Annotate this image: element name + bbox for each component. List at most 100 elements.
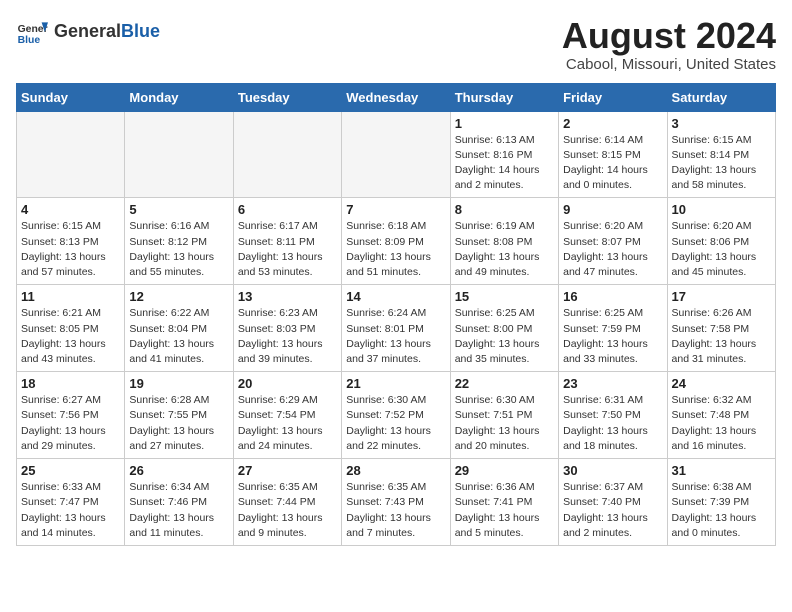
cell-info-text: Sunrise: 6:14 AM Sunset: 8:15 PM Dayligh… bbox=[563, 133, 662, 194]
cell-day-number: 1 bbox=[455, 116, 554, 131]
cell-info-text: Sunrise: 6:33 AM Sunset: 7:47 PM Dayligh… bbox=[21, 480, 120, 541]
calendar: SundayMondayTuesdayWednesdayThursdayFrid… bbox=[16, 83, 776, 546]
logo-blue-text: Blue bbox=[121, 21, 160, 41]
cell-day-number: 18 bbox=[21, 376, 120, 391]
calendar-cell: 18 Sunrise: 6:27 AM Sunset: 7:56 PM Dayli… bbox=[17, 372, 125, 459]
weekday-header: Saturday bbox=[667, 83, 775, 111]
calendar-cell bbox=[233, 111, 341, 198]
cell-info-text: Sunrise: 6:20 AM Sunset: 8:06 PM Dayligh… bbox=[672, 219, 771, 280]
cell-info-text: Sunrise: 6:29 AM Sunset: 7:54 PM Dayligh… bbox=[238, 393, 337, 454]
cell-day-number: 20 bbox=[238, 376, 337, 391]
cell-info-text: Sunrise: 6:36 AM Sunset: 7:41 PM Dayligh… bbox=[455, 480, 554, 541]
cell-info-text: Sunrise: 6:35 AM Sunset: 7:44 PM Dayligh… bbox=[238, 480, 337, 541]
cell-day-number: 25 bbox=[21, 463, 120, 478]
cell-day-number: 12 bbox=[129, 289, 228, 304]
cell-day-number: 10 bbox=[672, 202, 771, 217]
cell-day-number: 29 bbox=[455, 463, 554, 478]
calendar-cell: 16Sunrise: 6:25 AM Sunset: 7:59 PM Dayli… bbox=[559, 285, 667, 372]
calendar-cell: 24 Sunrise: 6:32 AM Sunset: 7:48 PM Dayli… bbox=[667, 372, 775, 459]
cell-day-number: 13 bbox=[238, 289, 337, 304]
calendar-cell: 15Sunrise: 6:25 AM Sunset: 8:00 PM Dayli… bbox=[450, 285, 558, 372]
cell-day-number: 14 bbox=[346, 289, 445, 304]
cell-day-number: 22 bbox=[455, 376, 554, 391]
cell-info-text: Sunrise: 6:17 AM Sunset: 8:11 PM Dayligh… bbox=[238, 219, 337, 280]
cell-day-number: 28 bbox=[346, 463, 445, 478]
calendar-cell: 29 Sunrise: 6:36 AM Sunset: 7:41 PM Dayli… bbox=[450, 459, 558, 546]
cell-info-text: Sunrise: 6:13 AM Sunset: 8:16 PM Dayligh… bbox=[455, 133, 554, 194]
cell-info-text: Sunrise: 6:21 AM Sunset: 8:05 PM Dayligh… bbox=[21, 306, 120, 367]
calendar-week-row: 18 Sunrise: 6:27 AM Sunset: 7:56 PM Dayli… bbox=[17, 372, 776, 459]
cell-info-text: Sunrise: 6:15 AM Sunset: 8:14 PM Dayligh… bbox=[672, 133, 771, 194]
weekday-header: Wednesday bbox=[342, 83, 450, 111]
cell-info-text: Sunrise: 6:18 AM Sunset: 8:09 PM Dayligh… bbox=[346, 219, 445, 280]
cell-day-number: 4 bbox=[21, 202, 120, 217]
calendar-cell: 17 Sunrise: 6:26 AM Sunset: 7:58 PM Dayli… bbox=[667, 285, 775, 372]
cell-info-text: Sunrise: 6:32 AM Sunset: 7:48 PM Dayligh… bbox=[672, 393, 771, 454]
calendar-cell: 7 Sunrise: 6:18 AM Sunset: 8:09 PM Daylig… bbox=[342, 198, 450, 285]
calendar-cell: 9 Sunrise: 6:20 AM Sunset: 8:07 PM Daylig… bbox=[559, 198, 667, 285]
calendar-cell: 19Sunrise: 6:28 AM Sunset: 7:55 PM Dayli… bbox=[125, 372, 233, 459]
calendar-cell: 23Sunrise: 6:31 AM Sunset: 7:50 PM Dayli… bbox=[559, 372, 667, 459]
weekday-header: Tuesday bbox=[233, 83, 341, 111]
cell-info-text: Sunrise: 6:20 AM Sunset: 8:07 PM Dayligh… bbox=[563, 219, 662, 280]
cell-info-text: Sunrise: 6:38 AM Sunset: 7:39 PM Dayligh… bbox=[672, 480, 771, 541]
cell-info-text: Sunrise: 6:15 AM Sunset: 8:13 PM Dayligh… bbox=[21, 219, 120, 280]
calendar-cell: 13 Sunrise: 6:23 AM Sunset: 8:03 PM Dayli… bbox=[233, 285, 341, 372]
cell-info-text: Sunrise: 6:25 AM Sunset: 8:00 PM Dayligh… bbox=[455, 306, 554, 367]
cell-info-text: Sunrise: 6:35 AM Sunset: 7:43 PM Dayligh… bbox=[346, 480, 445, 541]
cell-info-text: Sunrise: 6:27 AM Sunset: 7:56 PM Dayligh… bbox=[21, 393, 120, 454]
cell-info-text: Sunrise: 6:28 AM Sunset: 7:55 PM Dayligh… bbox=[129, 393, 228, 454]
cell-day-number: 5 bbox=[129, 202, 228, 217]
cell-info-text: Sunrise: 6:31 AM Sunset: 7:50 PM Dayligh… bbox=[563, 393, 662, 454]
month-title: August 2024 bbox=[562, 16, 776, 56]
calendar-cell: 12 Sunrise: 6:22 AM Sunset: 8:04 PM Dayli… bbox=[125, 285, 233, 372]
calendar-cell: 27 Sunrise: 6:35 AM Sunset: 7:44 PM Dayli… bbox=[233, 459, 341, 546]
calendar-cell: 4 Sunrise: 6:15 AM Sunset: 8:13 PM Daylig… bbox=[17, 198, 125, 285]
cell-day-number: 9 bbox=[563, 202, 662, 217]
cell-day-number: 8 bbox=[455, 202, 554, 217]
cell-day-number: 27 bbox=[238, 463, 337, 478]
cell-day-number: 16 bbox=[563, 289, 662, 304]
calendar-cell: 26 Sunrise: 6:34 AM Sunset: 7:46 PM Dayli… bbox=[125, 459, 233, 546]
cell-info-text: Sunrise: 6:34 AM Sunset: 7:46 PM Dayligh… bbox=[129, 480, 228, 541]
cell-info-text: Sunrise: 6:23 AM Sunset: 8:03 PM Dayligh… bbox=[238, 306, 337, 367]
weekday-header: Monday bbox=[125, 83, 233, 111]
calendar-cell: 2 Sunrise: 6:14 AM Sunset: 8:15 PM Daylig… bbox=[559, 111, 667, 198]
cell-day-number: 3 bbox=[672, 116, 771, 131]
cell-day-number: 2 bbox=[563, 116, 662, 131]
calendar-cell: 28 Sunrise: 6:35 AM Sunset: 7:43 PM Dayli… bbox=[342, 459, 450, 546]
calendar-cell: 25 Sunrise: 6:33 AM Sunset: 7:47 PM Dayli… bbox=[17, 459, 125, 546]
calendar-cell: 1 Sunrise: 6:13 AM Sunset: 8:16 PM Daylig… bbox=[450, 111, 558, 198]
weekday-header: Sunday bbox=[17, 83, 125, 111]
calendar-week-row: 4 Sunrise: 6:15 AM Sunset: 8:13 PM Daylig… bbox=[17, 198, 776, 285]
weekday-header: Friday bbox=[559, 83, 667, 111]
calendar-cell: 11 Sunrise: 6:21 AM Sunset: 8:05 PM Dayli… bbox=[17, 285, 125, 372]
cell-info-text: Sunrise: 6:26 AM Sunset: 7:58 PM Dayligh… bbox=[672, 306, 771, 367]
calendar-header-row: SundayMondayTuesdayWednesdayThursdayFrid… bbox=[17, 83, 776, 111]
cell-day-number: 17 bbox=[672, 289, 771, 304]
cell-day-number: 21 bbox=[346, 376, 445, 391]
cell-info-text: Sunrise: 6:16 AM Sunset: 8:12 PM Dayligh… bbox=[129, 219, 228, 280]
calendar-cell: 21 Sunrise: 6:30 AM Sunset: 7:52 PM Dayli… bbox=[342, 372, 450, 459]
cell-day-number: 11 bbox=[21, 289, 120, 304]
cell-day-number: 24 bbox=[672, 376, 771, 391]
calendar-cell: 22 Sunrise: 6:30 AM Sunset: 7:51 PM Dayli… bbox=[450, 372, 558, 459]
location-title: Cabool, Missouri, United States bbox=[562, 56, 776, 73]
calendar-cell: 6 Sunrise: 6:17 AM Sunset: 8:11 PM Daylig… bbox=[233, 198, 341, 285]
cell-day-number: 6 bbox=[238, 202, 337, 217]
svg-text:Blue: Blue bbox=[18, 35, 41, 46]
header: General Blue GeneralBlue August 2024 Cab… bbox=[16, 16, 776, 73]
cell-info-text: Sunrise: 6:30 AM Sunset: 7:51 PM Dayligh… bbox=[455, 393, 554, 454]
cell-info-text: Sunrise: 6:22 AM Sunset: 8:04 PM Dayligh… bbox=[129, 306, 228, 367]
calendar-cell: 10 Sunrise: 6:20 AM Sunset: 8:06 PM Dayli… bbox=[667, 198, 775, 285]
cell-day-number: 7 bbox=[346, 202, 445, 217]
calendar-cell bbox=[17, 111, 125, 198]
cell-info-text: Sunrise: 6:24 AM Sunset: 8:01 PM Dayligh… bbox=[346, 306, 445, 367]
calendar-cell bbox=[125, 111, 233, 198]
cell-info-text: Sunrise: 6:30 AM Sunset: 7:52 PM Dayligh… bbox=[346, 393, 445, 454]
calendar-cell: 3 Sunrise: 6:15 AM Sunset: 8:14 PM Daylig… bbox=[667, 111, 775, 198]
calendar-week-row: 25 Sunrise: 6:33 AM Sunset: 7:47 PM Dayli… bbox=[17, 459, 776, 546]
cell-day-number: 26 bbox=[129, 463, 228, 478]
logo: General Blue GeneralBlue bbox=[16, 16, 160, 48]
calendar-cell: 14 Sunrise: 6:24 AM Sunset: 8:01 PM Dayli… bbox=[342, 285, 450, 372]
